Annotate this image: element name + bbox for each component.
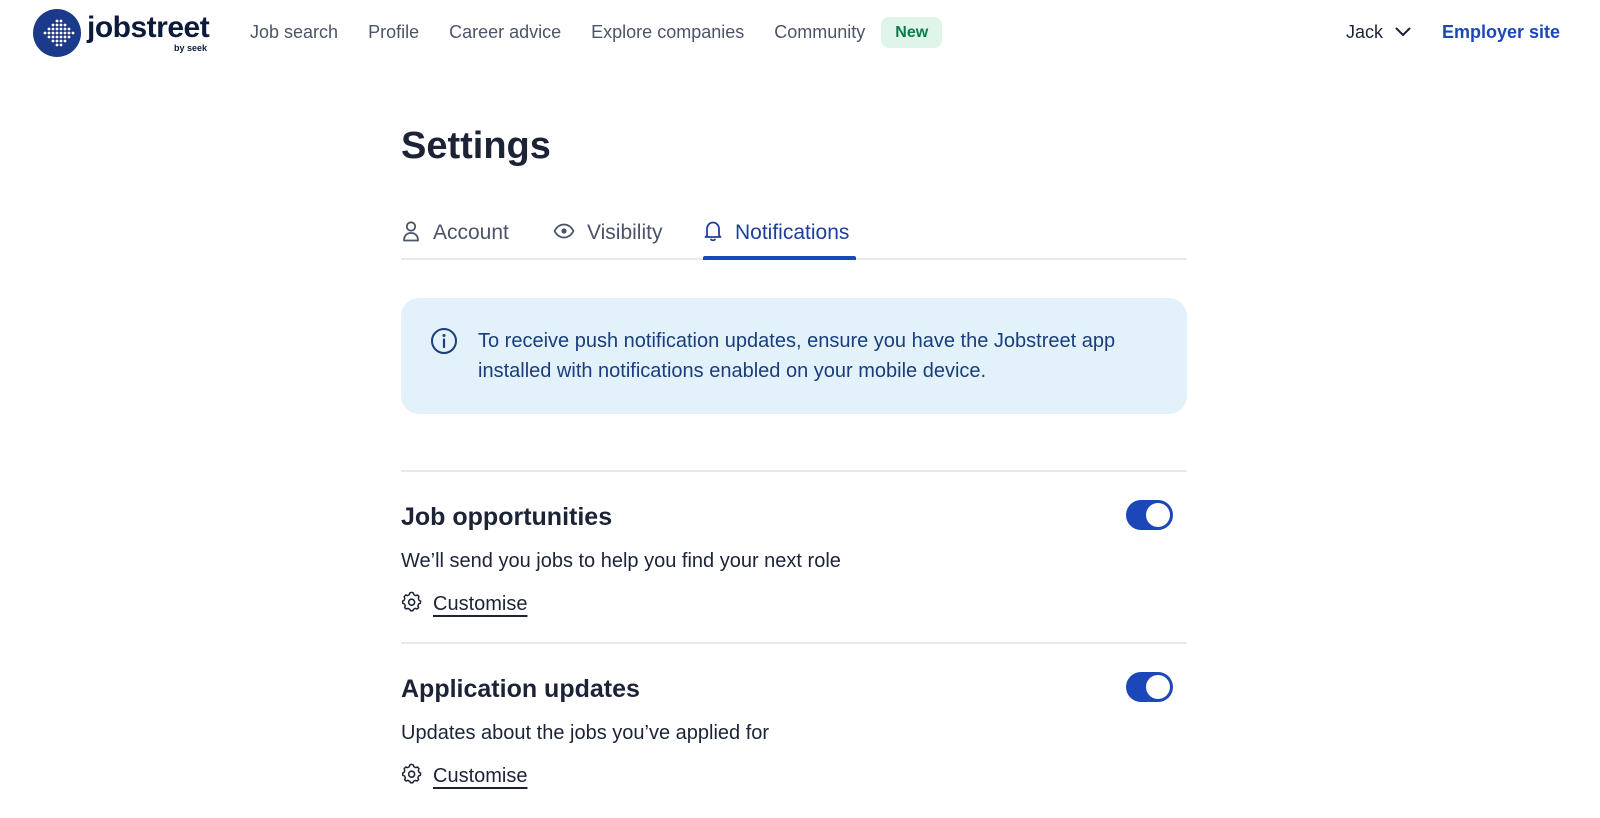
section-divider <box>401 642 1187 644</box>
tab-visibility[interactable]: Visibility <box>553 206 662 260</box>
settings-main: Settings Account Visibility Notification… <box>401 120 1187 787</box>
brand-sub: by seek <box>173 43 207 53</box>
eye-icon <box>553 223 575 244</box>
gear-icon <box>401 763 423 790</box>
customise-label: Customise <box>433 593 528 615</box>
toggle-knob <box>1146 503 1170 527</box>
main-nav: Job search Profile Career advice Explore… <box>250 16 943 48</box>
nav-explore-companies[interactable]: Explore companies <box>591 16 744 48</box>
section-description: Updates about the jobs you’ve applied fo… <box>401 722 770 744</box>
tab-notifications[interactable]: Notifications <box>703 206 849 260</box>
nav-profile[interactable]: Profile <box>368 16 419 48</box>
section-description: We’ll send you jobs to help you find you… <box>401 550 841 572</box>
tab-account-label: Account <box>433 221 509 244</box>
top-header: jobstreet by seek Job search Profile Car… <box>0 0 1600 64</box>
job-opportunities-toggle[interactable] <box>1126 500 1173 530</box>
toggle-knob <box>1146 675 1170 699</box>
jobstreet-wordmark: jobstreet by seek <box>87 9 215 57</box>
bell-icon <box>703 220 723 247</box>
active-tab-indicator <box>703 256 856 260</box>
employer-site-link[interactable]: Employer site <box>1442 16 1560 48</box>
jobstreet-logo-mark <box>33 9 81 57</box>
section-title: Application updates <box>401 675 640 703</box>
nav-community[interactable]: Community <box>774 16 865 48</box>
settings-tabs: Account Visibility Notifications <box>401 206 1187 260</box>
nav-job-search[interactable]: Job search <box>250 16 338 48</box>
customise-label: Customise <box>433 765 528 787</box>
info-text: To receive push notification updates, en… <box>478 330 1116 382</box>
application-updates-customise-link[interactable]: Customise <box>401 762 527 790</box>
tab-visibility-label: Visibility <box>587 221 663 244</box>
page-title: Settings <box>401 125 551 167</box>
user-menu[interactable]: Jack <box>1346 16 1411 48</box>
section-application-updates: Application updates Updates about the jo… <box>401 672 1187 803</box>
person-icon <box>401 220 421 247</box>
info-icon <box>430 327 458 360</box>
tab-notifications-label: Notifications <box>735 221 850 244</box>
user-name: Jack <box>1346 22 1384 42</box>
new-badge: New <box>881 16 943 48</box>
gear-icon <box>401 591 423 618</box>
section-job-opportunities: Job opportunities We’ll send you jobs to… <box>401 500 1187 631</box>
chevron-down-icon <box>1395 27 1411 37</box>
application-updates-toggle[interactable] <box>1126 672 1173 702</box>
section-divider <box>401 470 1187 472</box>
tab-account[interactable]: Account <box>401 206 509 260</box>
push-notification-info-box: To receive push notification updates, en… <box>401 298 1187 414</box>
section-title: Job opportunities <box>401 503 613 531</box>
nav-career-advice[interactable]: Career advice <box>449 16 561 48</box>
jobstreet-logo[interactable]: jobstreet by seek <box>33 8 218 58</box>
brand-name: jobstreet <box>87 11 210 44</box>
job-opportunities-customise-link[interactable]: Customise <box>401 590 527 618</box>
